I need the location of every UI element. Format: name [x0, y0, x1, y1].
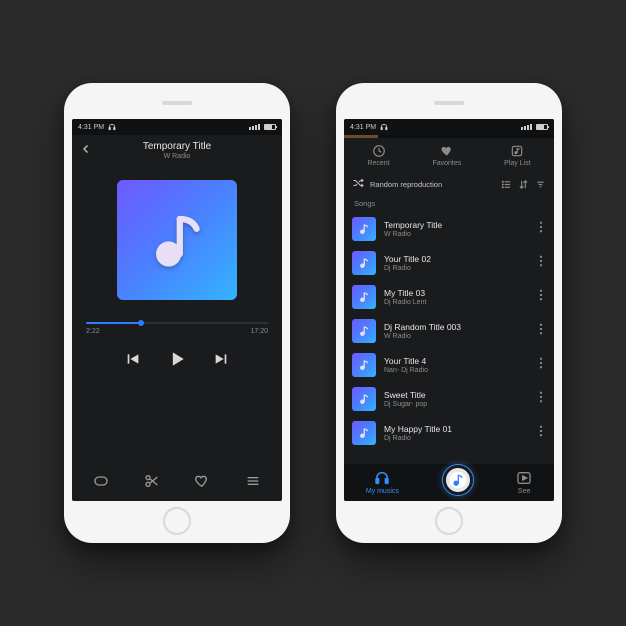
nav-my-music[interactable]: My musics [366, 470, 399, 495]
song-meta: Temporary TitleW Radio [384, 220, 528, 238]
phone-library: 4:31 PM Recent Favorites Play [336, 83, 562, 543]
progress-bar[interactable] [86, 322, 268, 324]
song-title: My Happy Title 01 [384, 424, 528, 434]
signal-icon [521, 124, 532, 130]
favorite-button[interactable] [194, 473, 210, 489]
song-row[interactable]: Sweet TitleDj Sugar- pop [344, 382, 554, 416]
phone-speaker [162, 101, 192, 105]
song-title: Temporary Title [384, 220, 528, 230]
screen-player: 4:31 PM Temporary Title W Radio [72, 119, 282, 501]
section-songs-label: Songs [344, 197, 554, 212]
song-more-button[interactable] [536, 220, 546, 239]
status-headphones-icon [108, 123, 116, 131]
tab-label: Recent [367, 160, 389, 167]
song-artist: Dj Radio [384, 435, 528, 442]
song-more-button[interactable] [536, 424, 546, 443]
cut-button[interactable] [144, 473, 160, 489]
song-thumb [352, 285, 376, 309]
status-headphones-icon [380, 123, 388, 131]
song-more-button[interactable] [536, 356, 546, 375]
player-header: Temporary Title W Radio [72, 135, 282, 162]
song-more-button[interactable] [536, 322, 546, 341]
song-meta: Your Title 02Dj Radio [384, 254, 528, 272]
filter-button[interactable] [535, 179, 546, 190]
song-row[interactable]: My Title 03Dj Radio Lent [344, 280, 554, 314]
time-elapsed: 2:22 [86, 328, 100, 335]
back-button[interactable] [80, 142, 92, 160]
song-artist: Nan- Dj Radio [384, 367, 528, 374]
shuffle-row: Random reproduction [344, 173, 554, 195]
tab-label: Play List [504, 160, 530, 167]
previous-button[interactable] [125, 351, 141, 372]
tab-favorites[interactable]: Favorites [432, 144, 461, 167]
song-more-button[interactable] [536, 390, 546, 409]
song-thumb [352, 319, 376, 343]
song-row[interactable]: Dj Random Title 003W Radio [344, 314, 554, 348]
time-duration: 17:20 [250, 328, 268, 335]
tab-playlist[interactable]: Play List [504, 144, 530, 167]
repeat-button[interactable] [93, 474, 109, 488]
song-artist: W Radio [384, 231, 528, 238]
nav-see[interactable]: See [516, 470, 532, 495]
song-thumb [352, 387, 376, 411]
queue-button[interactable] [245, 474, 261, 488]
now-playing-subtitle: W Radio [98, 153, 256, 160]
nav-label: My musics [366, 488, 399, 495]
tab-recent[interactable]: Recent [367, 144, 389, 167]
song-artist: Dj Sugar- pop [384, 401, 528, 408]
nav-now-playing[interactable] [443, 471, 473, 495]
song-meta: My Title 03Dj Radio Lent [384, 288, 528, 306]
shuffle-label: Random reproduction [370, 180, 442, 189]
song-title: Sweet Title [384, 390, 528, 400]
top-tabs: Recent Favorites Play List [344, 138, 554, 171]
sort-button[interactable] [518, 179, 529, 190]
battery-icon [264, 124, 276, 130]
progress-area: 2:22 17:20 [72, 322, 282, 335]
loading-bar [344, 135, 554, 138]
song-title: Dj Random Title 003 [384, 322, 528, 332]
song-thumb [352, 353, 376, 377]
next-button[interactable] [213, 351, 229, 372]
song-artist: W Radio [384, 333, 528, 340]
status-bar: 4:31 PM [72, 119, 282, 135]
phone-player: 4:31 PM Temporary Title W Radio [64, 83, 290, 543]
song-row[interactable]: Temporary TitleW Radio [344, 212, 554, 246]
song-title: Your Title 02 [384, 254, 528, 264]
song-artist: Dj Radio Lent [384, 299, 528, 306]
album-art[interactable] [117, 180, 237, 300]
phone-speaker [434, 101, 464, 105]
shuffle-button[interactable] [352, 177, 364, 191]
song-meta: Your Title 4Nan- Dj Radio [384, 356, 528, 374]
signal-icon [249, 124, 260, 130]
song-row[interactable]: Your Title 4Nan- Dj Radio [344, 348, 554, 382]
song-meta: My Happy Title 01Dj Radio [384, 424, 528, 442]
tab-label: Favorites [432, 160, 461, 167]
song-meta: Dj Random Title 003W Radio [384, 322, 528, 340]
song-title: My Title 03 [384, 288, 528, 298]
status-bar: 4:31 PM [344, 119, 554, 135]
song-title: Your Title 4 [384, 356, 528, 366]
nav-label: See [518, 488, 530, 495]
home-button[interactable] [435, 507, 463, 535]
song-meta: Sweet TitleDj Sugar- pop [384, 390, 528, 408]
status-time: 4:31 PM [350, 124, 376, 131]
now-playing-title: Temporary Title [98, 141, 256, 152]
status-time: 4:31 PM [78, 124, 104, 131]
view-list-button[interactable] [501, 179, 512, 190]
home-button[interactable] [163, 507, 191, 535]
music-note-icon [443, 465, 473, 495]
song-row[interactable]: My Happy Title 01Dj Radio [344, 416, 554, 450]
bottom-nav: My musics See [344, 464, 554, 501]
screen-library: 4:31 PM Recent Favorites Play [344, 119, 554, 501]
play-button[interactable] [167, 349, 187, 374]
song-list: Temporary TitleW RadioYour Title 02Dj Ra… [344, 212, 554, 464]
song-more-button[interactable] [536, 254, 546, 273]
song-artist: Dj Radio [384, 265, 528, 272]
song-thumb [352, 251, 376, 275]
song-row[interactable]: Your Title 02Dj Radio [344, 246, 554, 280]
song-more-button[interactable] [536, 288, 546, 307]
song-thumb [352, 217, 376, 241]
song-thumb [352, 421, 376, 445]
battery-icon [536, 124, 548, 130]
